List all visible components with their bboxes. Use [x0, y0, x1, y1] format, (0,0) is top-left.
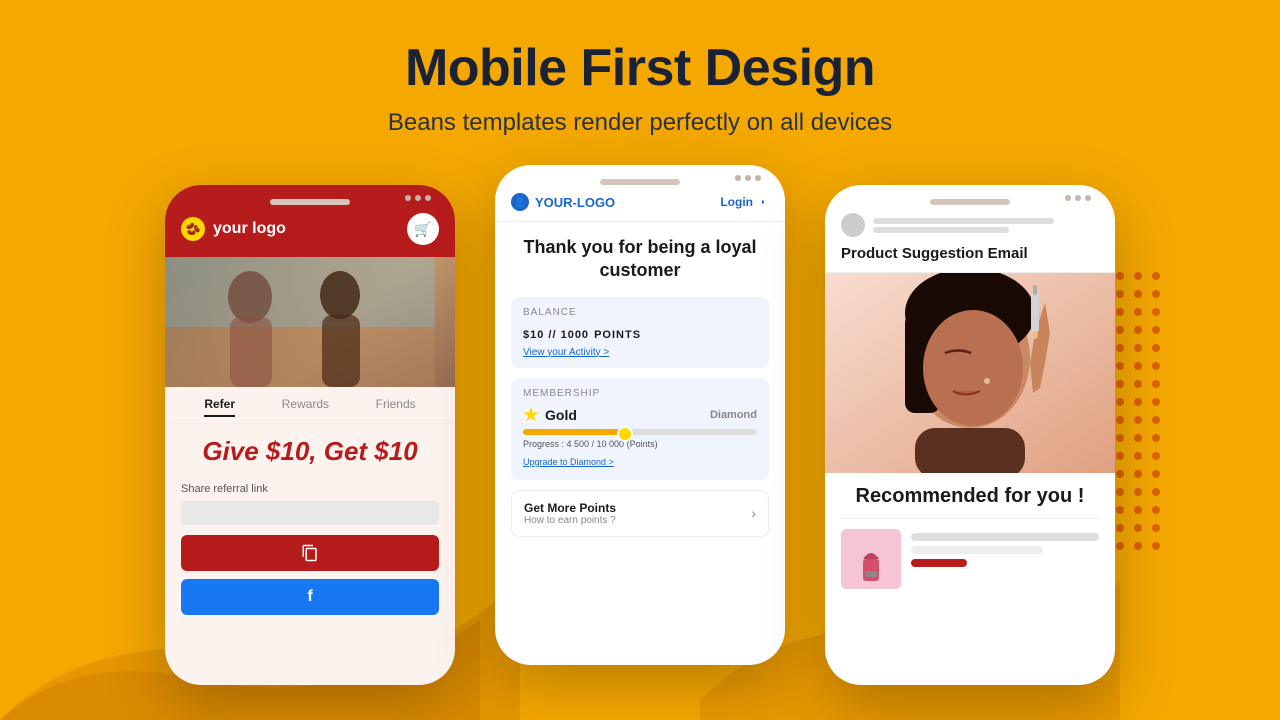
get-points-title: Get More Points: [524, 501, 616, 515]
page-subtitle: Beans templates render perfectly on all …: [0, 109, 1280, 137]
get-points-subtitle: How to earn points ?: [524, 515, 616, 526]
facebook-share-button[interactable]: f: [181, 579, 439, 615]
header-line-1: [873, 218, 1054, 224]
header-lines: [873, 218, 1099, 233]
share-label: Share referral link: [181, 483, 439, 495]
gold-badge: Gold: [523, 407, 577, 423]
product-info-lines: [911, 529, 1099, 589]
phone-notch-2: [735, 175, 761, 181]
progress-text: Progress : 4 500 / 10 000 (Points): [523, 439, 757, 449]
progress-bar-fill: [523, 429, 628, 435]
referral-link-input[interactable]: [181, 501, 439, 525]
logo-icon: 🫘: [181, 217, 205, 241]
header-line-2: [873, 227, 1009, 233]
phone2-body: Thank you for being a loyal customer BAL…: [495, 222, 785, 547]
product-line-1: [911, 533, 1099, 541]
divider: [841, 518, 1099, 519]
hero-image: [165, 257, 455, 387]
copy-button[interactable]: [181, 535, 439, 571]
balance-label: BALANCE: [523, 307, 757, 318]
balance-value: $10 // 1000 POINTS: [523, 322, 757, 343]
fb-icon: f: [307, 588, 312, 606]
membership-row: Gold Diamond: [523, 407, 757, 423]
tab-refer[interactable]: Refer: [204, 397, 235, 417]
tab-rewards[interactable]: Rewards: [282, 397, 329, 417]
thank-you-heading: Thank you for being a loyal customer: [511, 236, 769, 283]
product-preview: [841, 529, 1099, 589]
tab-friends[interactable]: Friends: [376, 397, 416, 417]
phone-product-suggestion: Product Suggestion Email: [825, 185, 1115, 685]
product-suggestion-title: Product Suggestion Email: [841, 245, 1099, 262]
user-icon: 👤: [511, 193, 529, 211]
give-get-heading: Give $10, Get $10: [181, 436, 439, 467]
phone3-body: Recommended for you !: [825, 473, 1115, 601]
chevron-right-icon: ›: [751, 505, 756, 521]
logo-text-2: YOUR-LOGO: [535, 195, 615, 210]
product-hero-image: [825, 273, 1115, 473]
phone1-body: Give $10, Get $10 Share referral link f: [165, 424, 455, 627]
product-price-line: [911, 559, 967, 567]
get-points-info: Get More Points How to earn points ?: [524, 501, 616, 526]
cart-button[interactable]: 🛒: [407, 213, 439, 245]
view-activity-link[interactable]: View your Activity >: [523, 347, 757, 358]
phones-container: 🫘 your logo 🛒 Refer: [0, 185, 1280, 685]
phone-notch-1: [405, 195, 431, 201]
tab-bar: Refer Rewards Friends: [165, 387, 455, 424]
get-points-card[interactable]: Get More Points How to earn points ? ›: [511, 490, 769, 537]
email-header-bar: [841, 213, 1099, 237]
page-header: Mobile First Design Beans templates rend…: [0, 0, 1280, 137]
diamond-badge: Diamond: [710, 409, 757, 421]
product-thumbnail: [841, 529, 901, 589]
phone2-header: 👤 YOUR-LOGO Login: [495, 165, 785, 222]
upgrade-link[interactable]: Upgrade to Diamond >: [523, 457, 614, 467]
star-icon: [523, 407, 539, 423]
product-line-2: [911, 546, 1043, 554]
brand-logo: 🫘 your logo: [181, 217, 286, 241]
login-link[interactable]: Login: [720, 195, 769, 209]
progress-bar: [523, 429, 757, 435]
brand-logo-2: 👤 YOUR-LOGO: [511, 193, 615, 211]
phone-referral: 🫘 your logo 🛒 Refer: [165, 185, 455, 685]
logo-text: your logo: [213, 220, 286, 238]
recommended-heading: Recommended for you !: [841, 485, 1099, 508]
phone-loyalty: 👤 YOUR-LOGO Login Thank you for being a …: [495, 165, 785, 665]
avatar: [841, 213, 865, 237]
phone-notch-3: [1065, 195, 1091, 201]
membership-card: MEMBERSHIP Gold Diamond Progress : 4 500…: [511, 378, 769, 480]
membership-label: MEMBERSHIP: [523, 388, 757, 399]
balance-card: BALANCE $10 // 1000 POINTS View your Act…: [511, 297, 769, 368]
page-title: Mobile First Design: [0, 40, 1280, 97]
